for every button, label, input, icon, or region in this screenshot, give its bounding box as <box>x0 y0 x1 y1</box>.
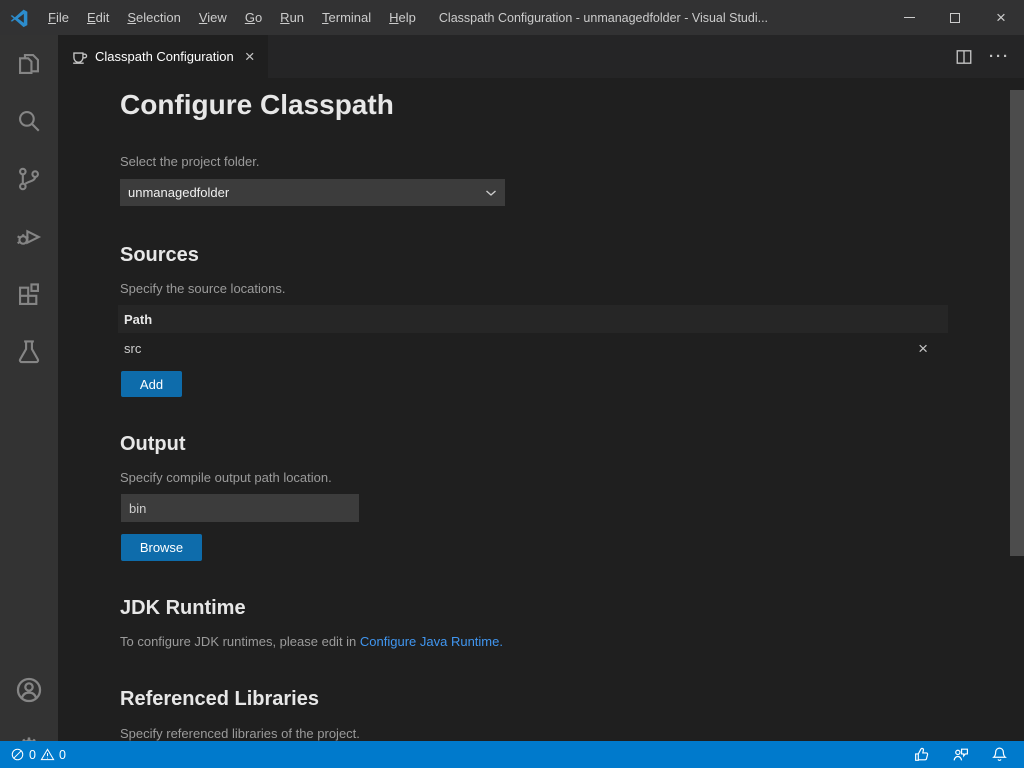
source-path-value: src <box>124 341 141 356</box>
vscode-window: File Edit Selection View Go Run Terminal… <box>0 0 1024 768</box>
warnings-icon <box>40 747 55 762</box>
close-button[interactable]: × <box>978 0 1024 35</box>
warning-count: 0 <box>59 748 66 762</box>
bell-icon[interactable] <box>991 746 1008 763</box>
sidebar-item-extensions[interactable] <box>0 271 58 319</box>
classpath-configuration-view: Configure Classpath Select the project f… <box>58 78 1024 741</box>
window-title: Classpath Configuration - unmanagedfolde… <box>439 11 886 25</box>
sidebar-item-run-debug[interactable] <box>0 213 58 261</box>
status-bar: 0 0 <box>0 741 1024 768</box>
sources-table-header: Path <box>118 305 948 333</box>
files-icon <box>16 51 42 77</box>
chevron-down-icon <box>485 185 497 200</box>
maximize-icon <box>950 13 960 23</box>
window-controls: × <box>886 0 1024 35</box>
editor-tab-bar: Classpath Configuration × ··· <box>58 35 1024 78</box>
sidebar-item-source-control[interactable] <box>0 155 58 203</box>
menu-selection[interactable]: Selection <box>118 0 189 35</box>
editor-scrollbar[interactable] <box>1010 90 1024 556</box>
extensions-icon <box>16 282 42 308</box>
beaker-icon <box>16 339 42 365</box>
menu-bar: File Edit Selection View Go Run Terminal… <box>39 0 425 35</box>
project-folder-select[interactable]: unmanagedfolder <box>120 179 505 206</box>
path-column-header: Path <box>124 312 152 327</box>
editor-actions: ··· <box>955 35 1024 78</box>
problems-status[interactable]: 0 0 <box>10 747 66 762</box>
run-debug-icon <box>16 224 42 250</box>
sidebar-item-search[interactable] <box>0 97 58 145</box>
tab-close-icon[interactable]: × <box>242 48 258 65</box>
error-count: 0 <box>29 748 36 762</box>
project-folder-value: unmanagedfolder <box>128 185 229 200</box>
referenced-libraries-heading: Referenced Libraries <box>120 688 319 711</box>
tab-classpath-configuration[interactable]: Classpath Configuration × <box>58 35 268 78</box>
output-path-input[interactable] <box>121 494 359 522</box>
sidebar-item-explorer[interactable] <box>0 40 58 88</box>
remove-source-icon[interactable]: × <box>918 340 928 357</box>
sidebar-item-testing[interactable] <box>0 328 58 376</box>
minimize-button[interactable] <box>886 0 932 35</box>
more-actions-icon[interactable]: ··· <box>989 48 1010 65</box>
source-control-icon <box>16 166 42 192</box>
add-source-button[interactable]: Add <box>121 371 182 397</box>
close-icon: × <box>996 9 1006 26</box>
referenced-libraries-description: Specify referenced libraries of the proj… <box>120 726 360 741</box>
table-row[interactable]: src × <box>118 333 948 363</box>
vscode-logo-icon <box>9 8 29 28</box>
thumbs-up-icon[interactable] <box>913 746 930 763</box>
menu-go[interactable]: Go <box>236 0 271 35</box>
maximize-button[interactable] <box>932 0 978 35</box>
jdk-runtime-text: To configure JDK runtimes, please edit i… <box>120 634 503 649</box>
menu-file[interactable]: File <box>39 0 78 35</box>
menu-help[interactable]: Help <box>380 0 425 35</box>
browse-button[interactable]: Browse <box>121 534 202 561</box>
title-bar: File Edit Selection View Go Run Terminal… <box>0 0 1024 35</box>
sources-heading: Sources <box>120 244 199 267</box>
menu-edit[interactable]: Edit <box>78 0 118 35</box>
output-description: Specify compile output path location. <box>120 470 332 485</box>
configure-java-runtime-link[interactable]: Configure Java Runtime. <box>360 634 503 649</box>
project-folder-label: Select the project folder. <box>120 154 259 169</box>
menu-run[interactable]: Run <box>271 0 313 35</box>
search-icon <box>16 108 42 134</box>
feedback-icon[interactable] <box>952 746 969 763</box>
menu-view[interactable]: View <box>190 0 236 35</box>
account-button[interactable] <box>0 666 58 714</box>
java-cup-icon <box>70 48 88 66</box>
split-editor-icon[interactable] <box>955 48 973 66</box>
errors-icon <box>10 747 25 762</box>
page-title: Configure Classpath <box>120 89 394 121</box>
sources-description: Specify the source locations. <box>120 281 285 296</box>
jdk-text-before: To configure JDK runtimes, please edit i… <box>120 634 360 649</box>
minimize-icon <box>904 17 915 18</box>
jdk-runtime-heading: JDK Runtime <box>120 597 246 620</box>
output-heading: Output <box>120 433 186 456</box>
activity-bar: ⚙ <box>0 35 58 741</box>
status-bar-right <box>913 746 1008 763</box>
menu-terminal[interactable]: Terminal <box>313 0 380 35</box>
account-icon <box>15 676 43 704</box>
tab-label: Classpath Configuration <box>95 49 234 64</box>
